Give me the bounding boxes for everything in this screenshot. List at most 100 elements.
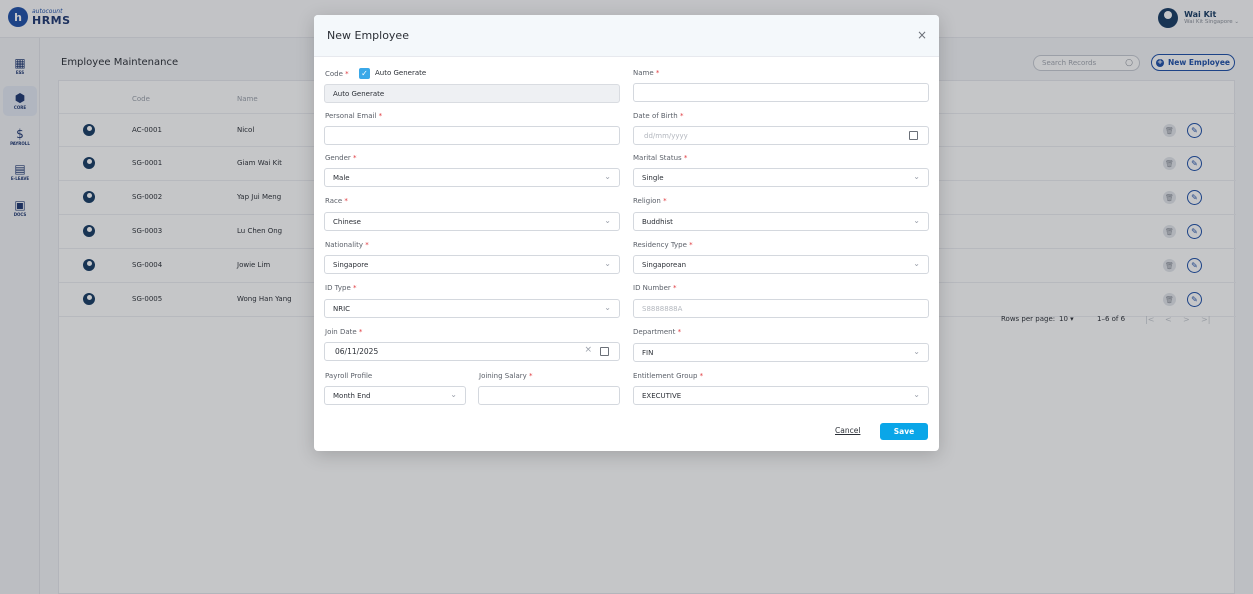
residency-type-value: Singaporean bbox=[642, 260, 687, 269]
id-number-field[interactable]: S8888888A bbox=[633, 299, 929, 318]
close-icon[interactable]: × bbox=[917, 29, 927, 41]
residency-type-label-text: Residency Type bbox=[633, 241, 687, 249]
entitlement-group-label: Entitlement Group * bbox=[633, 372, 703, 380]
cancel-button[interactable]: Cancel bbox=[835, 426, 860, 435]
chevron-down-icon: ⌄ bbox=[913, 390, 920, 399]
join-date-label: Join Date * bbox=[325, 328, 362, 336]
dialog-title: New Employee bbox=[327, 29, 409, 42]
required-mark: * bbox=[679, 112, 684, 120]
personal-email-label: Personal Email * bbox=[325, 112, 382, 120]
department-select[interactable]: FIN ⌄ bbox=[633, 343, 929, 362]
join-date-value: 06/11/2025 bbox=[335, 347, 379, 356]
entitlement-group-value: EXECUTIVE bbox=[642, 391, 682, 400]
required-mark: * bbox=[673, 284, 677, 292]
join-date-label-text: Join Date bbox=[325, 328, 357, 336]
gender-value: Male bbox=[333, 173, 350, 182]
calendar-icon[interactable] bbox=[600, 347, 609, 356]
nationality-label: Nationality * bbox=[325, 241, 369, 249]
gender-label: Gender * bbox=[325, 154, 357, 162]
id-number-label: ID Number * bbox=[633, 284, 677, 292]
required-mark: * bbox=[353, 154, 357, 162]
nationality-select[interactable]: Singapore ⌄ bbox=[324, 255, 620, 274]
required-mark: * bbox=[663, 197, 667, 205]
entitlement-group-select[interactable]: EXECUTIVE ⌄ bbox=[633, 386, 929, 405]
date-of-birth-placeholder: dd/mm/yyyy bbox=[644, 131, 688, 140]
joining-salary-label-text: Joining Salary bbox=[479, 372, 527, 380]
chevron-down-icon: ⌄ bbox=[913, 259, 920, 268]
nationality-value: Singapore bbox=[333, 260, 369, 269]
department-value: FIN bbox=[642, 348, 654, 357]
chevron-down-icon: ⌄ bbox=[604, 259, 611, 268]
required-mark: * bbox=[378, 112, 383, 120]
joining-salary-field[interactable] bbox=[478, 386, 620, 405]
required-mark: * bbox=[365, 241, 369, 249]
code-field: Auto Generate bbox=[324, 84, 620, 103]
chevron-down-icon: ⌄ bbox=[604, 216, 611, 225]
required-mark: * bbox=[689, 241, 693, 249]
payroll-profile-select[interactable]: Month End ⌄ bbox=[324, 386, 466, 405]
required-mark: * bbox=[677, 328, 682, 336]
race-label: Race * bbox=[325, 197, 348, 205]
joining-salary-label: Joining Salary * bbox=[479, 372, 533, 380]
name-label: Name * bbox=[633, 69, 659, 77]
religion-select[interactable]: Buddhist ⌄ bbox=[633, 212, 929, 231]
required-mark: * bbox=[358, 328, 363, 336]
chevron-down-icon: ⌄ bbox=[604, 172, 611, 181]
code-value: Auto Generate bbox=[333, 89, 385, 98]
entitlement-group-label-text: Entitlement Group bbox=[633, 372, 698, 380]
religion-label: Religion * bbox=[633, 197, 667, 205]
required-mark: * bbox=[699, 372, 704, 380]
date-of-birth-label-text: Date of Birth bbox=[633, 112, 678, 120]
chevron-down-icon: ⌄ bbox=[913, 347, 920, 356]
gender-label-text: Gender bbox=[325, 154, 351, 162]
race-value: Chinese bbox=[333, 217, 361, 226]
marital-status-label-text: Marital Status bbox=[633, 154, 682, 162]
name-label-text: Name bbox=[633, 69, 654, 77]
date-of-birth-field[interactable]: dd/mm/yyyy bbox=[633, 126, 929, 145]
chevron-down-icon: ⌄ bbox=[450, 390, 457, 399]
race-label-text: Race bbox=[325, 197, 343, 205]
personal-email-label-text: Personal Email bbox=[325, 112, 377, 120]
required-mark: * bbox=[353, 284, 357, 292]
marital-status-select[interactable]: Single ⌄ bbox=[633, 168, 929, 187]
auto-generate-label: Auto Generate bbox=[375, 69, 427, 77]
required-mark: * bbox=[344, 197, 348, 205]
gender-select[interactable]: Male ⌄ bbox=[324, 168, 620, 187]
chevron-down-icon: ⌄ bbox=[604, 303, 611, 312]
chevron-down-icon: ⌄ bbox=[913, 216, 920, 225]
department-label-text: Department bbox=[633, 328, 676, 336]
required-mark: * bbox=[529, 372, 533, 380]
nationality-label-text: Nationality bbox=[325, 241, 364, 249]
marital-status-label: Marital Status * bbox=[633, 154, 687, 162]
residency-type-select[interactable]: Singaporean ⌄ bbox=[633, 255, 929, 274]
required-mark: * bbox=[655, 69, 660, 77]
id-number-placeholder: S8888888A bbox=[642, 304, 683, 313]
personal-email-field[interactable] bbox=[324, 126, 620, 145]
id-type-select[interactable]: NRIC ⌄ bbox=[324, 299, 620, 318]
calendar-icon[interactable] bbox=[909, 131, 918, 140]
chevron-down-icon: ⌄ bbox=[913, 172, 920, 181]
id-number-label-text: ID Number bbox=[633, 284, 671, 292]
payroll-profile-value: Month End bbox=[333, 391, 371, 400]
join-date-field[interactable]: 06/11/2025 × bbox=[324, 342, 620, 361]
save-button[interactable]: Save bbox=[880, 423, 928, 440]
religion-label-text: Religion bbox=[633, 197, 661, 205]
id-type-label: ID Type * bbox=[325, 284, 357, 292]
religion-value: Buddhist bbox=[642, 217, 673, 226]
race-select[interactable]: Chinese ⌄ bbox=[324, 212, 620, 231]
department-label: Department * bbox=[633, 328, 681, 336]
auto-generate-checkbox[interactable]: ✓ bbox=[359, 68, 370, 79]
marital-status-value: Single bbox=[642, 173, 664, 182]
clear-icon[interactable]: × bbox=[584, 346, 592, 355]
required-mark: * bbox=[683, 154, 688, 162]
code-label-text: Code bbox=[325, 70, 343, 78]
required-mark: * bbox=[345, 70, 349, 78]
dialog-header: New Employee × bbox=[314, 15, 939, 57]
id-type-value: NRIC bbox=[333, 304, 351, 313]
residency-type-label: Residency Type * bbox=[633, 241, 693, 249]
payroll-profile-label: Payroll Profile bbox=[325, 372, 372, 380]
id-type-label-text: ID Type bbox=[325, 284, 351, 292]
date-of-birth-label: Date of Birth * bbox=[633, 112, 683, 120]
code-label: Code * bbox=[325, 70, 349, 78]
name-field[interactable] bbox=[633, 83, 929, 102]
